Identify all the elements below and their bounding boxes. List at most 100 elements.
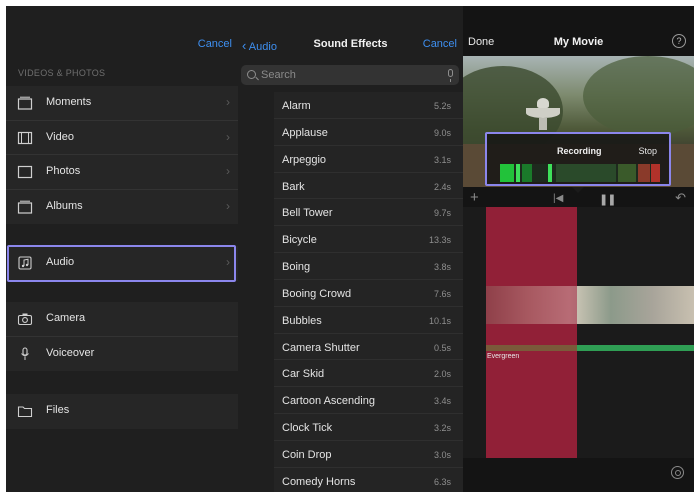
editor-bottom-bar (463, 458, 694, 492)
list-item[interactable]: Arpeggio 3.1s (274, 146, 463, 173)
chevron-right-icon: › (226, 164, 230, 178)
sound-duration: 10.1s (428, 315, 451, 326)
music-track-label: Evergreen (487, 353, 520, 360)
stop-button[interactable]: Stop (638, 146, 657, 156)
list-item[interactable]: Bubbles 10.1s (274, 307, 463, 334)
videos-photos-group: Moments › Video › Photos › Albums › (6, 86, 238, 224)
list-item[interactable]: Bell Tower 9.7s (274, 199, 463, 227)
sidebar-item-moments[interactable]: Moments › (6, 86, 238, 121)
sidebar-item-video[interactable]: Video › (6, 121, 238, 155)
project-title: My Movie (553, 36, 604, 48)
pause-icon[interactable]: ❚❚ (599, 193, 616, 206)
sound-name: Cartoon Ascending (282, 395, 375, 408)
sidebar-item-label: Video (46, 130, 74, 143)
videos-photos-section-label: VIDEOS & PHOTOS (18, 68, 106, 78)
sidebar-item-label: Albums (46, 199, 83, 212)
list-item[interactable]: Bark 2.4s (274, 173, 463, 200)
search-bar (241, 65, 459, 85)
sidebar-item-voiceover[interactable]: Voiceover (6, 337, 238, 372)
dictation-mic-icon[interactable] (448, 69, 453, 82)
skip-to-start-icon[interactable]: |◀ (553, 193, 563, 204)
sound-duration: 3.0s (433, 449, 451, 460)
list-item[interactable]: Comedy Horns 6.3s (274, 468, 463, 492)
voiceover-recording-clip[interactable] (486, 207, 577, 458)
help-icon[interactable]: ? (672, 34, 686, 48)
sound-duration: 9.7s (433, 208, 451, 219)
sound-duration: 5.2s (433, 101, 451, 111)
timeline[interactable]: Evergreen (463, 207, 694, 458)
list-item[interactable]: Booing Crowd 7.6s (274, 280, 463, 307)
sound-name: Bark (282, 180, 305, 193)
music-track[interactable] (486, 345, 694, 351)
app-window: Cancel VIDEOS & PHOTOS Moments › Video ›… (6, 6, 694, 492)
sound-name: Clock Tick (282, 422, 333, 435)
sound-name: Bubbles (282, 314, 322, 327)
list-item[interactable]: Cartoon Ascending 3.4s (274, 387, 463, 415)
sound-duration: 3.2s (433, 423, 451, 434)
sound-duration: 3.8s (433, 262, 451, 273)
chevron-right-icon: › (226, 129, 230, 144)
add-media-icon[interactable]: + (470, 189, 479, 206)
sidebar-item-camera[interactable]: Camera (6, 302, 238, 337)
gear-icon[interactable] (671, 466, 684, 479)
list-item[interactable]: Coin Drop 3.0s (274, 441, 463, 468)
camera-icon (17, 313, 33, 326)
movie-editor-panel: Done My Movie ? Recording Stop + |◀ ❚❚ ↶… (463, 6, 694, 492)
microphone-icon (21, 346, 29, 360)
sound-name: Bell Tower (282, 207, 333, 220)
preview-fountain (526, 98, 560, 130)
sound-name: Alarm (282, 100, 311, 112)
sound-name: Booing Crowd (282, 287, 352, 300)
sound-effects-list: Alarm 5.2s Applause 9.0s Arpeggio 3.1s Bark… (274, 92, 463, 492)
recording-panel: Recording Stop (485, 132, 671, 186)
moments-icon (17, 96, 33, 110)
list-item[interactable]: Car Skid 2.0s (274, 360, 463, 388)
record-group: Camera Voiceover (6, 302, 238, 371)
sound-effects-panel: ‹ Audio Sound Effects Cancel Alarm5.2s A… (238, 6, 463, 492)
undo-icon[interactable]: ↶ (675, 190, 686, 206)
media-browser-cancel-button[interactable]: Cancel (198, 38, 232, 50)
sidebar-item-label: Files (46, 404, 70, 416)
sound-name: Comedy Horns (282, 475, 356, 488)
sound-duration: 2.0s (433, 369, 451, 380)
sidebar-item-files[interactable]: Files (6, 394, 238, 429)
chevron-right-icon: › (226, 198, 230, 213)
sidebar-item-label: Photos (46, 165, 81, 177)
sidebar-item-label: Camera (46, 312, 86, 324)
albums-icon (17, 200, 33, 214)
sidebar-item-photos[interactable]: Photos › (6, 155, 238, 190)
sidebar-item-label: Moments (46, 96, 92, 108)
sound-name: Coin Drop (282, 448, 332, 461)
sound-duration: 3.1s (433, 154, 451, 165)
files-group: Files (6, 394, 238, 429)
list-item[interactable]: Alarm 5.2s (274, 92, 463, 119)
sound-duration: 7.6s (433, 288, 451, 299)
sound-duration: 2.4s (433, 181, 451, 192)
sound-duration: 13.3s (428, 235, 451, 246)
sidebar-item-albums[interactable]: Albums › (6, 190, 238, 225)
photo-icon (17, 165, 33, 179)
playback-controls: + |◀ ❚❚ ↶ (463, 189, 694, 209)
sound-name: Camera Shutter (282, 341, 360, 354)
sound-duration: 3.4s (433, 396, 451, 407)
search-input[interactable] (261, 68, 431, 82)
chevron-right-icon: › (226, 95, 230, 109)
list-item[interactable]: Bicycle 13.3s (274, 226, 463, 254)
list-item[interactable]: Camera Shutter 0.5s (274, 334, 463, 361)
list-item[interactable]: Clock Tick 3.2s (274, 414, 463, 441)
search-icon (247, 70, 256, 79)
media-browser-panel: Cancel VIDEOS & PHOTOS Moments › Video ›… (6, 6, 238, 492)
sound-name: Car Skid (282, 368, 325, 381)
list-item[interactable]: Applause 9.0s (274, 119, 463, 146)
film-icon (17, 131, 33, 144)
sound-duration: 6.3s (433, 476, 451, 487)
sound-name: Bicycle (282, 234, 317, 247)
audio-level-meter (500, 164, 660, 182)
audio-highlight-box (7, 245, 236, 282)
sound-effects-cancel-button[interactable]: Cancel (423, 38, 457, 50)
folder-icon (17, 406, 33, 418)
sidebar-item-label: Voiceover (46, 346, 95, 359)
sound-name: Boing (282, 261, 311, 274)
list-item[interactable]: Boing 3.8s (274, 253, 463, 280)
video-clip[interactable] (486, 286, 694, 324)
